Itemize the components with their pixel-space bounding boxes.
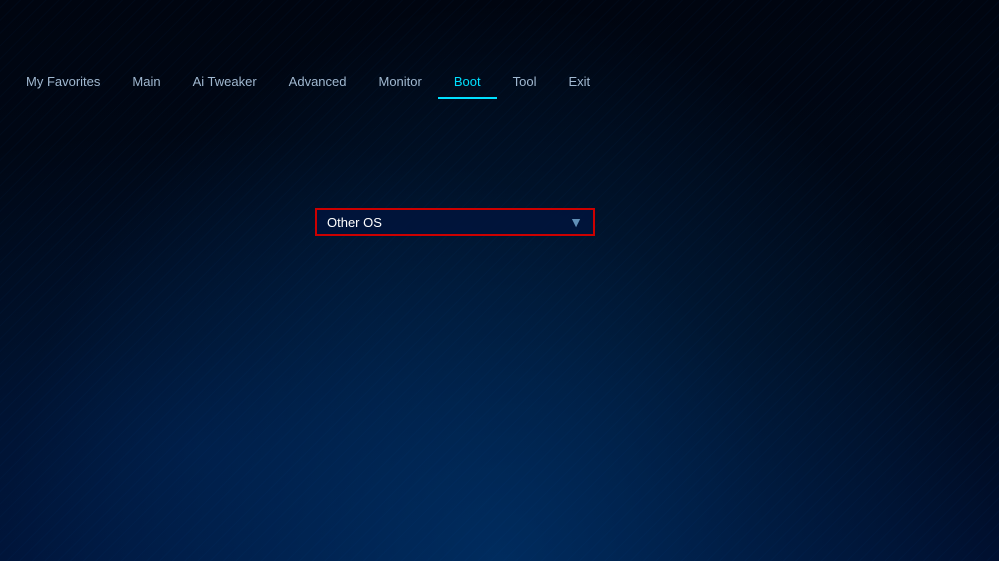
- nav-my-favorites[interactable]: My Favorites: [10, 66, 116, 97]
- nav-ai-tweaker[interactable]: Ai Tweaker: [177, 66, 273, 97]
- os-type-dropdown[interactable]: Other OS ▼: [315, 208, 595, 236]
- nav-advanced[interactable]: Advanced: [273, 66, 363, 97]
- nav-monitor[interactable]: Monitor: [363, 66, 438, 97]
- nav-main[interactable]: Main: [116, 66, 176, 97]
- nav-boot[interactable]: Boot: [438, 66, 497, 99]
- nav-exit[interactable]: Exit: [552, 66, 606, 97]
- nav-tool[interactable]: Tool: [497, 66, 553, 97]
- dropdown-arrow-icon: ▼: [569, 214, 583, 230]
- os-type-value: Other OS: [327, 215, 569, 230]
